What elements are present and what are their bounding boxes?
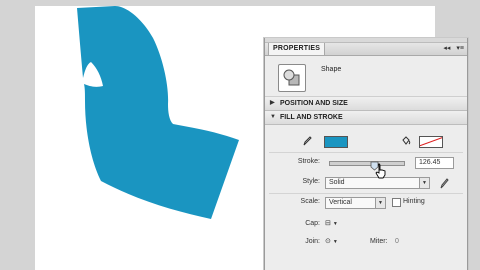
- miter-value[interactable]: 0: [395, 238, 399, 245]
- section-fill-stroke[interactable]: ▼ FILL AND STROKE: [265, 111, 467, 125]
- chevron-down-icon: ▼: [332, 221, 338, 227]
- section-position-size-label: POSITION AND SIZE: [280, 100, 348, 107]
- chevron-right-icon: ▶: [270, 100, 275, 106]
- hinting-checkbox[interactable]: [392, 198, 401, 207]
- section-position-size[interactable]: ▶ POSITION AND SIZE: [265, 97, 467, 111]
- edit-stroke-style-icon[interactable]: [439, 177, 449, 189]
- chevron-down-icon: ▼: [419, 178, 429, 188]
- join-style-icon[interactable]: ⊙ ▼: [325, 237, 338, 245]
- cap-style-icon[interactable]: ⊟ ▼: [325, 219, 338, 227]
- paint-bucket-icon: [402, 136, 411, 145]
- shape-type-icon: [278, 64, 306, 92]
- fill-stroke-colors-row: [265, 134, 467, 150]
- tab-properties[interactable]: PROPERTIES: [268, 43, 326, 55]
- join-row: Join: ⊙ ▼ Miter: 0: [265, 236, 467, 250]
- scale-select[interactable]: Vertical ▼: [325, 197, 386, 209]
- properties-panel: PROPERTIES ◂◂ ▾≡ Shape ▶ POSITION AND SI…: [264, 38, 468, 270]
- cap-row: Cap: ⊟ ▼: [265, 218, 467, 232]
- collapse-panel-icon[interactable]: ◂◂: [443, 45, 450, 52]
- miter-label: Miter:: [370, 238, 388, 245]
- shape-info-row: Shape: [265, 56, 467, 97]
- join-label: Join:: [305, 238, 320, 245]
- scale-row: Scale: Vertical ▼ Hinting: [265, 196, 467, 210]
- cap-label: Cap:: [305, 220, 320, 227]
- scale-label: Scale:: [300, 198, 320, 205]
- scale-select-value: Vertical: [329, 199, 352, 206]
- pointer-cursor-icon: [375, 163, 386, 179]
- stroke-width-input[interactable]: 126.45: [415, 157, 454, 169]
- stroke-color-swatch[interactable]: [419, 136, 443, 148]
- stroke-row: Stroke: 126.45: [265, 156, 467, 171]
- style-label: Style:: [302, 178, 320, 185]
- fill-color-swatch[interactable]: [324, 136, 348, 148]
- shape-type-label: Shape: [321, 66, 342, 73]
- stroke-slider[interactable]: [329, 161, 405, 171]
- chevron-down-icon: ▼: [270, 114, 276, 120]
- chevron-down-icon: ▼: [375, 198, 385, 208]
- section-fill-stroke-label: FILL AND STROKE: [280, 114, 343, 121]
- hinting-label: Hinting: [403, 198, 425, 205]
- stroke-label: Stroke:: [297, 158, 320, 165]
- pencil-icon: [303, 136, 312, 146]
- style-row: Style: Solid ▼: [265, 176, 467, 190]
- divider: [269, 152, 463, 153]
- divider: [269, 193, 463, 194]
- stage: PROPERTIES ◂◂ ▾≡ Shape ▶ POSITION AND SI…: [0, 0, 480, 270]
- panel-header-buttons: ◂◂ ▾≡: [439, 43, 464, 55]
- panel-header: PROPERTIES ◂◂ ▾≡: [265, 43, 467, 56]
- style-select-value: Solid: [329, 179, 345, 186]
- panel-menu-icon[interactable]: ▾≡: [456, 45, 464, 52]
- chevron-down-icon: ▼: [332, 239, 338, 245]
